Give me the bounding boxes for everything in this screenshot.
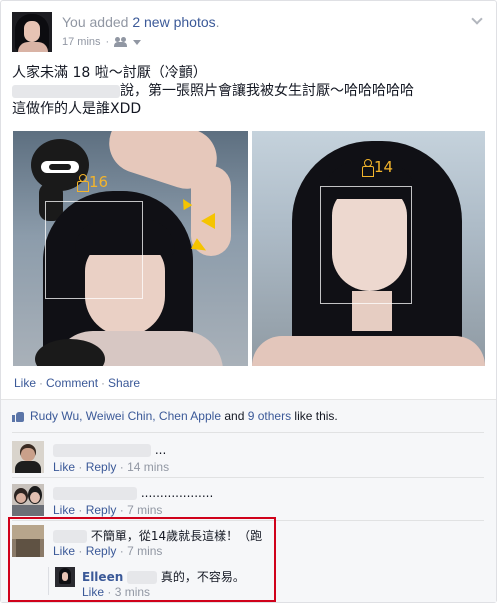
action-separator: · (78, 460, 83, 474)
likes-and: and (224, 409, 245, 423)
author-avatar[interactable] (12, 12, 52, 52)
story-actions: Like · Comment · Share (14, 376, 140, 390)
likers-names[interactable]: Rudy Wu, Weiwei Chin, Chen Apple (30, 409, 221, 423)
headline-suffix: . (215, 14, 220, 30)
comment-reply-link[interactable]: Reply (86, 503, 117, 517)
comment-link[interactable]: Comment (46, 376, 98, 390)
comment-like-link[interactable]: Like (53, 460, 75, 474)
age-tag-value: 16 (89, 173, 109, 191)
person-icon (362, 159, 374, 177)
post-line-2: 說，第一張照片會讓我被女生討厭～哈哈哈哈哈 (12, 82, 482, 100)
friends-icon[interactable] (114, 37, 128, 47)
photo-2[interactable]: 14 (252, 131, 485, 366)
action-separator: · (101, 376, 106, 390)
privacy-caret-icon[interactable] (133, 39, 142, 45)
comment-like-link[interactable]: Like (53, 503, 75, 517)
comment-timestamp[interactable]: 14 mins (127, 460, 169, 474)
like-link[interactable]: Like (14, 376, 36, 390)
commenter-avatar[interactable] (12, 484, 44, 516)
sparkle-icon (201, 213, 215, 229)
comment-actions: Like · Reply · 14 mins (53, 460, 169, 474)
meta-separator: · (105, 36, 110, 48)
post-timestamp[interactable]: 17 mins (62, 36, 101, 48)
action-separator: · (78, 503, 83, 517)
thumbs-up-icon (12, 410, 25, 422)
divider (12, 432, 484, 433)
redacted-name[interactable] (53, 444, 151, 457)
redacted-name (12, 84, 120, 98)
story-options-chevron-icon[interactable] (472, 14, 484, 24)
post-line-1: 人家未滿 18 啦～討厭（冷顫） (12, 65, 207, 81)
post-line-2-text: 說，第一張照片會讓我被女生討厭～哈哈哈哈哈 (120, 83, 414, 99)
action-separator: · (119, 460, 124, 474)
action-separator: · (119, 503, 124, 517)
divider (12, 477, 484, 478)
post-line-3: 這做作的人是誰XDD (12, 101, 142, 117)
redacted-name[interactable] (53, 487, 137, 500)
likes-suffix: like this. (294, 409, 338, 423)
photo-1[interactable]: 16 (13, 131, 248, 366)
story-meta: 17 mins · (62, 36, 142, 48)
action-separator: · (39, 376, 44, 390)
likers-others-link[interactable]: 9 others (248, 409, 291, 423)
age-tag-value: 14 (374, 158, 394, 176)
age-tag-2: 14 (362, 158, 394, 177)
new-photos-link[interactable]: 2 new photos (132, 14, 215, 30)
age-tag-1: 16 (77, 173, 109, 192)
comment-timestamp[interactable]: 7 mins (127, 503, 162, 517)
highlight-box (8, 517, 276, 602)
commenter-avatar[interactable] (12, 441, 44, 473)
comment-text: ... (53, 443, 166, 457)
person-icon (77, 174, 89, 192)
share-link[interactable]: Share (108, 376, 140, 390)
comment-actions: Like · Reply · 7 mins (53, 503, 162, 517)
likes-sentence: Rudy Wu, Weiwei Chin, Chen Apple and 9 o… (12, 409, 338, 423)
comment-text: ................... (53, 486, 213, 500)
comment-body: ................... (140, 486, 214, 500)
story-headline: You added 2 new photos. (62, 14, 220, 30)
face-detect-box (320, 186, 412, 304)
headline-prefix: You added (62, 14, 129, 30)
face-detect-box (45, 201, 143, 299)
post-message: 人家未滿 18 啦～討厭（冷顫） 說，第一張照片會讓我被女生討厭～哈哈哈哈哈 這… (12, 64, 482, 118)
comment-reply-link[interactable]: Reply (86, 460, 117, 474)
comment-body: ... (154, 443, 167, 457)
